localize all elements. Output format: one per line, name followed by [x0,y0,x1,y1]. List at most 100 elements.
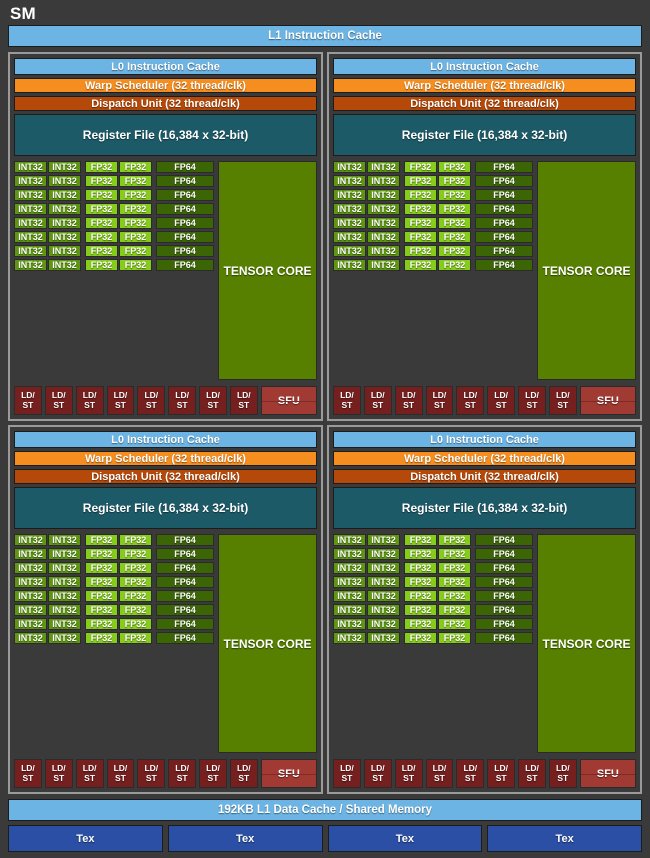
core-unit-fp32: FP32 [85,632,118,644]
core-unit-fp32: FP32 [119,175,152,187]
core-unit-fp32: FP32 [119,632,152,644]
core-unit-fp64: FP64 [475,259,533,271]
texture-unit-row: Tex Tex Tex Tex [8,825,642,852]
core-column-fp32: FP32 FP32 FP32 FP32 FP32 FP32 FP32 FP32 FP32 FP32… [404,534,471,753]
core-row: FP32 FP32 [404,618,471,630]
core-unit-fp32: FP32 [85,245,118,257]
core-unit-int32: INT32 [333,245,366,257]
core-row: INT32 INT32 [14,259,81,271]
core-unit-int32: INT32 [48,576,81,588]
core-column-fp64: FP64 FP64 FP64 FP64 FP64 FP64 FP64 FP64 [475,161,533,380]
core-row: INT32 INT32 [333,175,400,187]
load-store-unit: LD/ST [425,386,454,415]
core-unit-int32: INT32 [367,632,400,644]
core-unit-fp64: FP64 [475,217,533,229]
load-store-label-line2: ST [495,399,507,410]
core-unit-int32: INT32 [367,203,400,215]
core-unit-fp32: FP32 [119,604,152,616]
core-row: INT32 INT32 [14,189,81,201]
load-store-label-line2: ST [238,399,250,410]
load-store-unit: LD/ST [456,386,485,415]
load-store-unit: LD/ST [168,386,197,415]
core-row: FP64 [156,189,214,201]
core-unit-int32: INT32 [367,245,400,257]
core-unit-int32: INT32 [14,203,47,215]
core-column-fp64: FP64 FP64 FP64 FP64 FP64 FP64 FP64 FP64 [156,161,214,380]
load-store-label-line2: ST [84,399,96,410]
core-row: FP64 [156,217,214,229]
core-unit-int32: INT32 [333,217,366,229]
core-unit-fp32: FP32 [85,259,118,271]
core-unit-fp64: FP64 [156,618,214,630]
core-unit-fp64: FP64 [475,604,533,616]
load-store-label-line2: ST [22,399,34,410]
core-unit-int32: INT32 [333,618,366,630]
core-unit-fp64: FP64 [156,231,214,243]
load-store-label-line2: ST [207,399,219,410]
core-row: FP32 FP32 [404,217,471,229]
core-unit-int32: INT32 [14,217,47,229]
core-unit-int32: INT32 [367,562,400,574]
texture-unit: Tex [167,825,323,852]
core-row: INT32 INT32 [333,618,400,630]
core-column-fp32: FP32 FP32 FP32 FP32 FP32 FP32 FP32 FP32 FP32 FP32… [85,534,152,753]
processing-block: L0 Instruction Cache Warp Scheduler (32 t… [327,52,642,421]
core-row: FP32 FP32 [404,576,471,588]
core-row: INT32 INT32 [14,217,81,229]
load-store-label-line2: ST [464,399,476,410]
core-row: INT32 INT32 [333,217,400,229]
special-function-unit: SFU [260,759,318,788]
core-unit-fp32: FP32 [119,189,152,201]
core-unit-int32: INT32 [14,175,47,187]
load-store-unit: LD/ST [75,386,104,415]
load-store-label-line2: ST [53,399,65,410]
core-unit-fp64: FP64 [475,548,533,560]
core-unit-fp32: FP32 [85,217,118,229]
core-unit-fp32: FP32 [438,562,471,574]
core-unit-fp64: FP64 [475,161,533,173]
core-row: FP64 [475,632,533,644]
core-unit-fp64: FP64 [475,534,533,546]
core-row: INT32 INT32 [14,161,81,173]
load-store-unit: LD/ST [229,759,258,788]
core-unit-fp32: FP32 [438,175,471,187]
core-row: FP64 [156,534,214,546]
core-unit-fp64: FP64 [156,562,214,574]
load-store-label-line2: ST [434,772,445,783]
core-unit-fp32: FP32 [85,562,118,574]
core-unit-fp64: FP64 [475,576,533,588]
core-unit-fp32: FP32 [404,245,437,257]
core-unit-fp32: FP32 [85,604,118,616]
core-row: FP32 FP32 [404,245,471,257]
core-unit-fp64: FP64 [156,632,214,644]
core-unit-fp64: FP64 [156,203,214,215]
core-row: FP64 [475,203,533,215]
load-store-label-line2: ST [145,399,157,410]
l0-instruction-cache: L0 Instruction Cache [333,431,636,448]
l0-instruction-cache: L0 Instruction Cache [333,58,636,75]
core-unit-fp32: FP32 [85,231,118,243]
core-columns: INT32 INT32 INT32 INT32 INT32 INT32 INT32 INT32… [14,161,214,380]
core-columns: INT32 INT32 INT32 INT32 INT32 INT32 INT32 INT32… [333,161,533,380]
core-unit-int32: INT32 [333,161,366,173]
core-columns: INT32 INT32 INT32 INT32 INT32 INT32 INT32 INT32… [333,534,533,753]
core-row: FP32 FP32 [85,245,152,257]
load-store-unit: LD/ST [106,759,135,788]
core-row: FP64 [475,604,533,616]
core-unit-int32: INT32 [367,548,400,560]
core-unit-int32: INT32 [48,259,81,271]
core-unit-int32: INT32 [367,217,400,229]
core-row: FP64 [475,548,533,560]
core-column-fp64: FP64 FP64 FP64 FP64 FP64 FP64 FP64 FP64 [475,534,533,753]
core-row: FP32 FP32 [85,259,152,271]
tensor-core: TENSOR CORE [537,161,636,380]
core-unit-int32: INT32 [14,632,47,644]
load-store-unit: LD/ST [75,759,104,788]
load-store-label-line2: ST [372,399,384,410]
core-unit-fp32: FP32 [85,161,118,173]
core-unit-int32: INT32 [48,245,81,257]
dispatch-unit: Dispatch Unit (32 thread/clk) [333,469,636,484]
core-unit-int32: INT32 [14,534,47,546]
core-row: INT32 INT32 [14,632,81,644]
core-row: FP64 [156,618,214,630]
